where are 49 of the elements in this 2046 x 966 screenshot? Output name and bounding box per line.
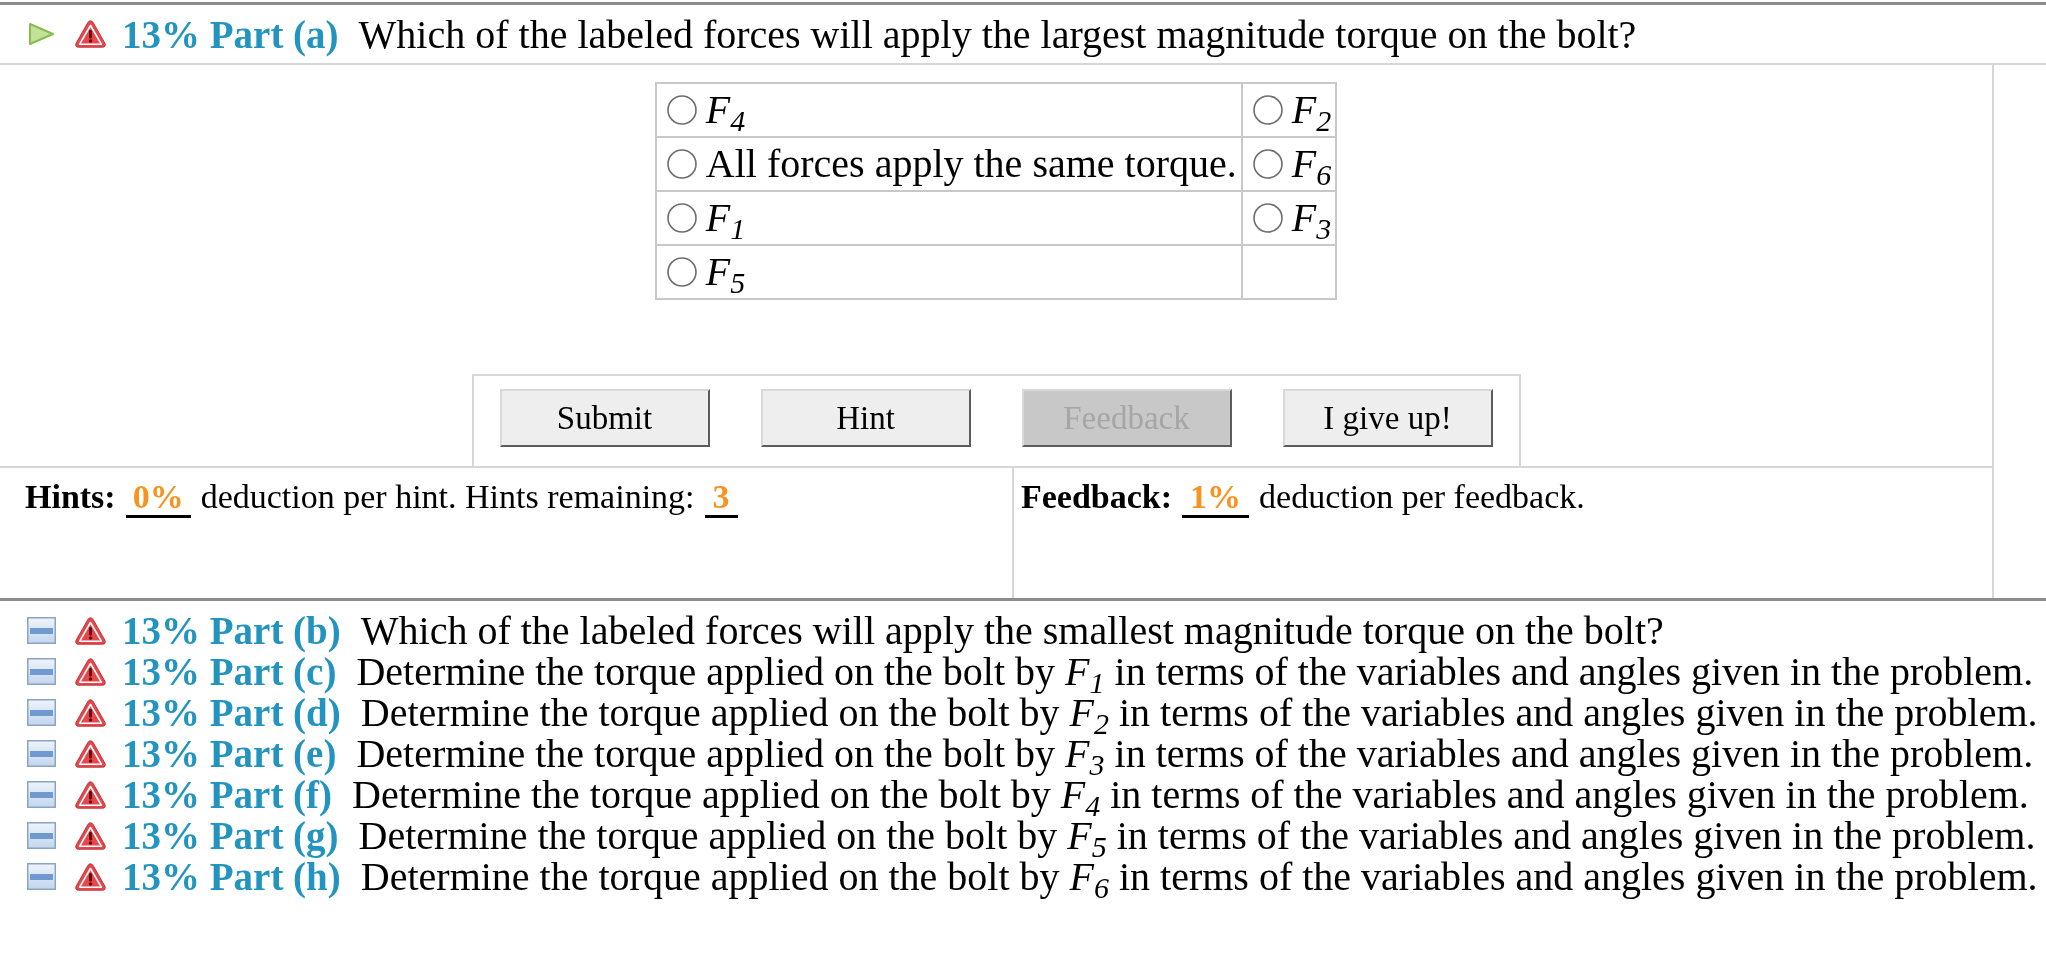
radio-button[interactable]: [666, 257, 697, 287]
radio-button[interactable]: [666, 149, 697, 179]
part-title: 13% Part (a): [122, 13, 339, 55]
warning-icon: [75, 739, 106, 768]
action-button[interactable]: Submit: [499, 389, 710, 447]
square-icon[interactable]: [27, 822, 56, 849]
option-label: F$_{4}$: [705, 88, 746, 132]
warning-icon: [75, 616, 106, 645]
part-title: 13% Part (b): [122, 610, 341, 651]
action-button[interactable]: I give up!: [1282, 389, 1493, 447]
warning-icon: [75, 821, 106, 850]
radio-button[interactable]: [666, 95, 697, 125]
square-icon[interactable]: [27, 781, 56, 808]
square-icon[interactable]: [27, 617, 56, 644]
option-label: F$_{5}$: [705, 250, 746, 294]
square-icon[interactable]: [27, 658, 56, 685]
warning-icon: [75, 698, 106, 727]
option-label: All forces apply the same torque.: [705, 142, 1237, 186]
hints-text: deduction per hint. Hints remaining:: [200, 478, 695, 515]
part-title: 13% Part (c): [122, 651, 337, 692]
feedback-label: Feedback:: [1021, 478, 1173, 515]
warning-icon: [75, 20, 106, 48]
option-label: F$_{1}$: [705, 196, 746, 240]
question-text: Which of the labeled forces will apply the largest magnitude torque on the bolt?: [358, 13, 1637, 55]
part-title: 13% Part (d): [122, 692, 341, 733]
warning-icon: [75, 780, 106, 809]
radio-button[interactable]: [1252, 95, 1283, 125]
option-label: F$_{6}$: [1291, 142, 1332, 186]
hint-deduction-value: 0%: [125, 478, 191, 518]
action-button[interactable]: Hint: [760, 389, 971, 447]
option-label: F$_{2}$: [1291, 88, 1332, 132]
feedback-text: deduction per feedback.: [1259, 478, 1585, 515]
hints-label: Hints:: [25, 478, 116, 515]
part-title: 13% Part (g): [122, 815, 339, 856]
option-label: F$_{3}$: [1291, 196, 1332, 240]
question-text: Which of the labeled forces will apply the smallest magnitude torque on the bolt?: [360, 610, 1664, 651]
radio-button[interactable]: [1252, 203, 1283, 233]
feedback-deduction-value: 1%: [1182, 478, 1250, 518]
square-icon[interactable]: [27, 740, 56, 767]
radio-button[interactable]: [1252, 149, 1283, 179]
hints-remaining-value: 3: [704, 478, 738, 518]
radio-button[interactable]: [666, 203, 697, 233]
play-icon[interactable]: [29, 23, 54, 45]
square-icon[interactable]: [27, 863, 56, 890]
warning-icon: [75, 657, 106, 686]
part-title: 13% Part (e): [122, 733, 337, 774]
square-icon[interactable]: [27, 699, 56, 726]
warning-icon: [75, 862, 106, 891]
part-title: 13% Part (f): [122, 774, 333, 815]
